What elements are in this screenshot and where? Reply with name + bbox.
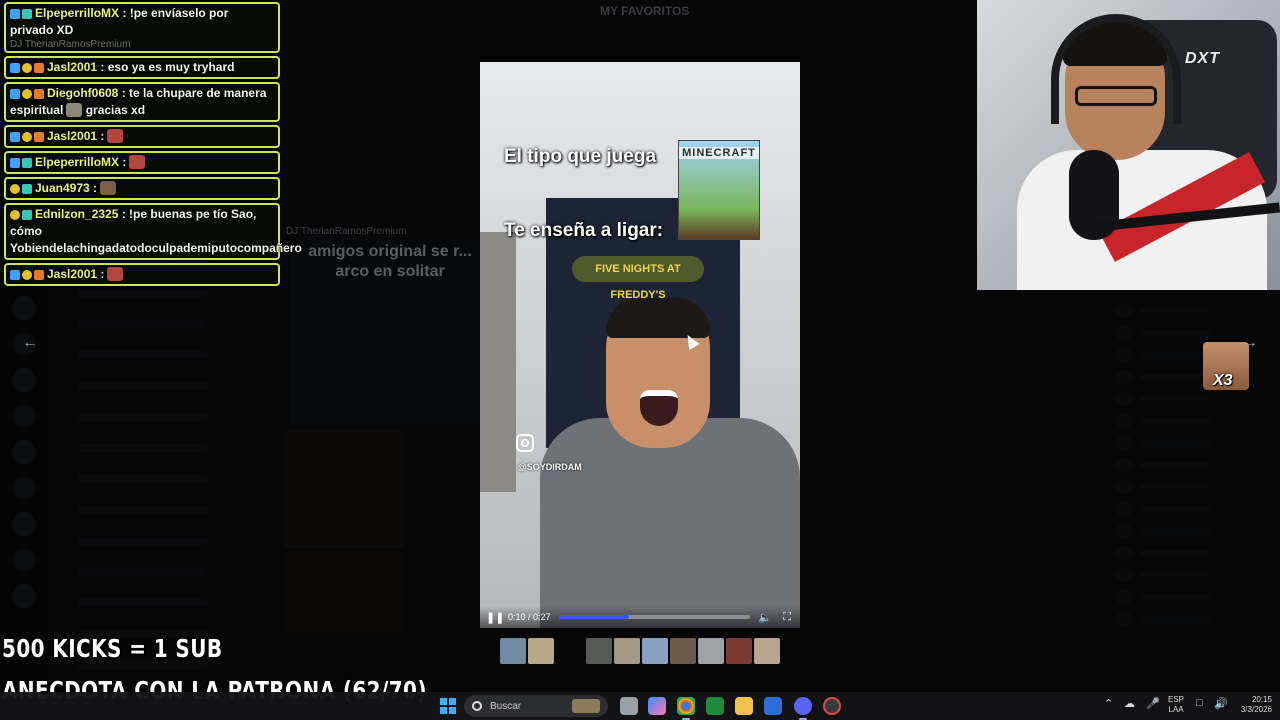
webcam-feed: DXT (977, 0, 1280, 290)
chat-username: Ednilzon_2325 (35, 207, 119, 221)
seek-bar-fill (558, 615, 630, 619)
copilot-icon[interactable] (648, 697, 666, 715)
chat-text: : (97, 267, 105, 281)
pause-icon[interactable]: ❚❚ (486, 611, 504, 624)
user-badges-icon (10, 184, 32, 194)
lang-code: ESP (1168, 695, 1185, 704)
excel-icon[interactable] (706, 697, 724, 715)
chat-message: ElpeperrilloMX : !pe envíaselo por priva… (4, 2, 280, 53)
chat-message: Jasl2001 : (4, 263, 280, 286)
app-icon[interactable] (823, 697, 841, 715)
chat-username: Jasl2001 (47, 129, 98, 143)
chat-emote-icon (107, 267, 124, 281)
media-thumbnail[interactable] (642, 638, 668, 664)
creator-handle: @SOYDIRDAM (518, 462, 582, 472)
media-thumbnail[interactable] (698, 638, 724, 664)
poster-logo: FIVE NIGHTS AT FREDDY'S (572, 256, 704, 301)
chat-message: Juan4973 : (4, 177, 280, 200)
chat-text: : (119, 155, 127, 169)
fullscreen-icon[interactable]: ⛶ (780, 611, 794, 624)
minecraft-image: MINECRAFT (678, 140, 760, 240)
media-thumbnail[interactable] (500, 638, 526, 664)
volume-icon[interactable]: 🔈 (758, 611, 772, 624)
search-label: Buscar (490, 700, 522, 712)
reaction-count: X3 (1213, 372, 1233, 389)
search-icon (472, 701, 482, 711)
language-indicator[interactable]: ESP LAA (1168, 695, 1184, 715)
media-thumbnail[interactable] (754, 638, 780, 664)
thumbnail-strip (500, 638, 780, 664)
user-badges-icon (10, 9, 32, 19)
chat-text: : (89, 181, 98, 195)
chat-username: Jasl2001 (47, 267, 98, 281)
chat-username: Diegohf0608 (47, 86, 119, 100)
prev-arrow-icon[interactable]: ← (18, 333, 42, 353)
stream-chat: ElpeperrilloMX : !pe envíaselo por priva… (4, 2, 302, 289)
clock-time: 20:15 (1251, 695, 1272, 704)
clock[interactable]: 20:15 3/3/2026 (1232, 695, 1272, 715)
chat-username: Juan4973 (35, 181, 90, 195)
discord-icon[interactable] (794, 697, 812, 720)
chat-subtext: DJ TherianRamosPremium (10, 39, 131, 50)
bg-header-text: MY FAVORITOS (600, 4, 690, 18)
user-badges-icon (10, 89, 44, 99)
chat-emote-icon (100, 181, 117, 195)
video-caption-bottom: Te enseña a ligar: (504, 220, 664, 241)
chevron-up-icon[interactable]: ⌃ (1104, 697, 1113, 710)
volume-tray-icon[interactable]: 🔊 (1214, 697, 1228, 710)
lang-layout: LAA (1168, 705, 1184, 714)
game-logo: MINECRAFT (679, 147, 759, 159)
glasses (1075, 86, 1157, 106)
user-badges-icon (10, 63, 44, 73)
chat-emote-icon (129, 155, 146, 169)
user-badges-icon (10, 158, 32, 168)
seek-bar[interactable] (558, 615, 750, 619)
chat-text: gracias xd (82, 103, 146, 117)
chat-message: Diegohf0608 : te la chupare de manera es… (4, 82, 280, 122)
chat-text: : eso ya es muy tryhard (97, 60, 235, 74)
clock-date: 3/3/2026 (1240, 705, 1272, 714)
instagram-icon (516, 434, 534, 452)
chair-brand: DXT (1185, 50, 1220, 67)
cloud-icon[interactable]: ☁ (1124, 697, 1135, 710)
bg-post-title: amigos original se r... arco en solitar (308, 243, 472, 280)
overlay-goal-text: 500 KICKS = 1 SUB (2, 634, 223, 663)
file-explorer-icon[interactable] (735, 697, 753, 715)
user-badges-icon (10, 132, 44, 142)
media-thumbnail[interactable] (670, 638, 696, 664)
chat-emote-icon (107, 129, 124, 143)
media-thumbnail[interactable] (726, 638, 752, 664)
chat-message: Ednilzon_2325 : !pe buenas pe tío Sao, c… (4, 203, 302, 260)
chat-message: Jasl2001 : (4, 125, 280, 148)
chat-emote-icon (66, 103, 83, 117)
video-controls: ❚❚ 0:10 / 0:27 🔈 ⛶ (480, 606, 800, 628)
chat-username: Jasl2001 (47, 60, 98, 74)
media-thumbnail[interactable] (614, 638, 640, 664)
search-highlight-icon (572, 699, 600, 713)
chrome-icon[interactable] (677, 697, 695, 720)
user-badges-icon (10, 210, 32, 220)
video-caption-top: El tipo que juega (504, 146, 657, 167)
taskbar-search[interactable]: Buscar (464, 695, 608, 717)
store-icon[interactable] (764, 697, 782, 715)
chat-text: : (97, 129, 105, 143)
chat-username: ElpeperrilloMX (35, 155, 120, 169)
screen: MY FAVORITOS DJ TherianRamosPremium amig… (0, 0, 1280, 720)
taskbar: Buscar ⌃ ☁ 🎤 ESP LAA □ 🔊 20:15 3/3/2026 (0, 692, 1280, 720)
video-player[interactable]: FIVE NIGHTS AT FREDDY'S El tipo que jueg… (480, 62, 800, 628)
chat-message: Jasl2001 : eso ya es muy tryhard (4, 56, 280, 79)
mic-tray-icon[interactable]: 🎤 (1146, 697, 1160, 710)
task-view-icon[interactable] (620, 697, 638, 715)
bg-dj-label: DJ TherianRamosPremium (286, 226, 407, 237)
shelf (480, 232, 516, 492)
time-display: 0:10 / 0:27 (508, 612, 551, 622)
chat-message: ElpeperrilloMX : (4, 151, 280, 174)
network-icon[interactable]: □ (1196, 697, 1203, 709)
media-thumbnail[interactable] (528, 638, 554, 664)
media-thumbnail[interactable] (586, 638, 612, 664)
user-badges-icon (10, 270, 44, 280)
chat-username: ElpeperrilloMX (35, 6, 120, 20)
windows-start-icon[interactable] (440, 698, 456, 714)
